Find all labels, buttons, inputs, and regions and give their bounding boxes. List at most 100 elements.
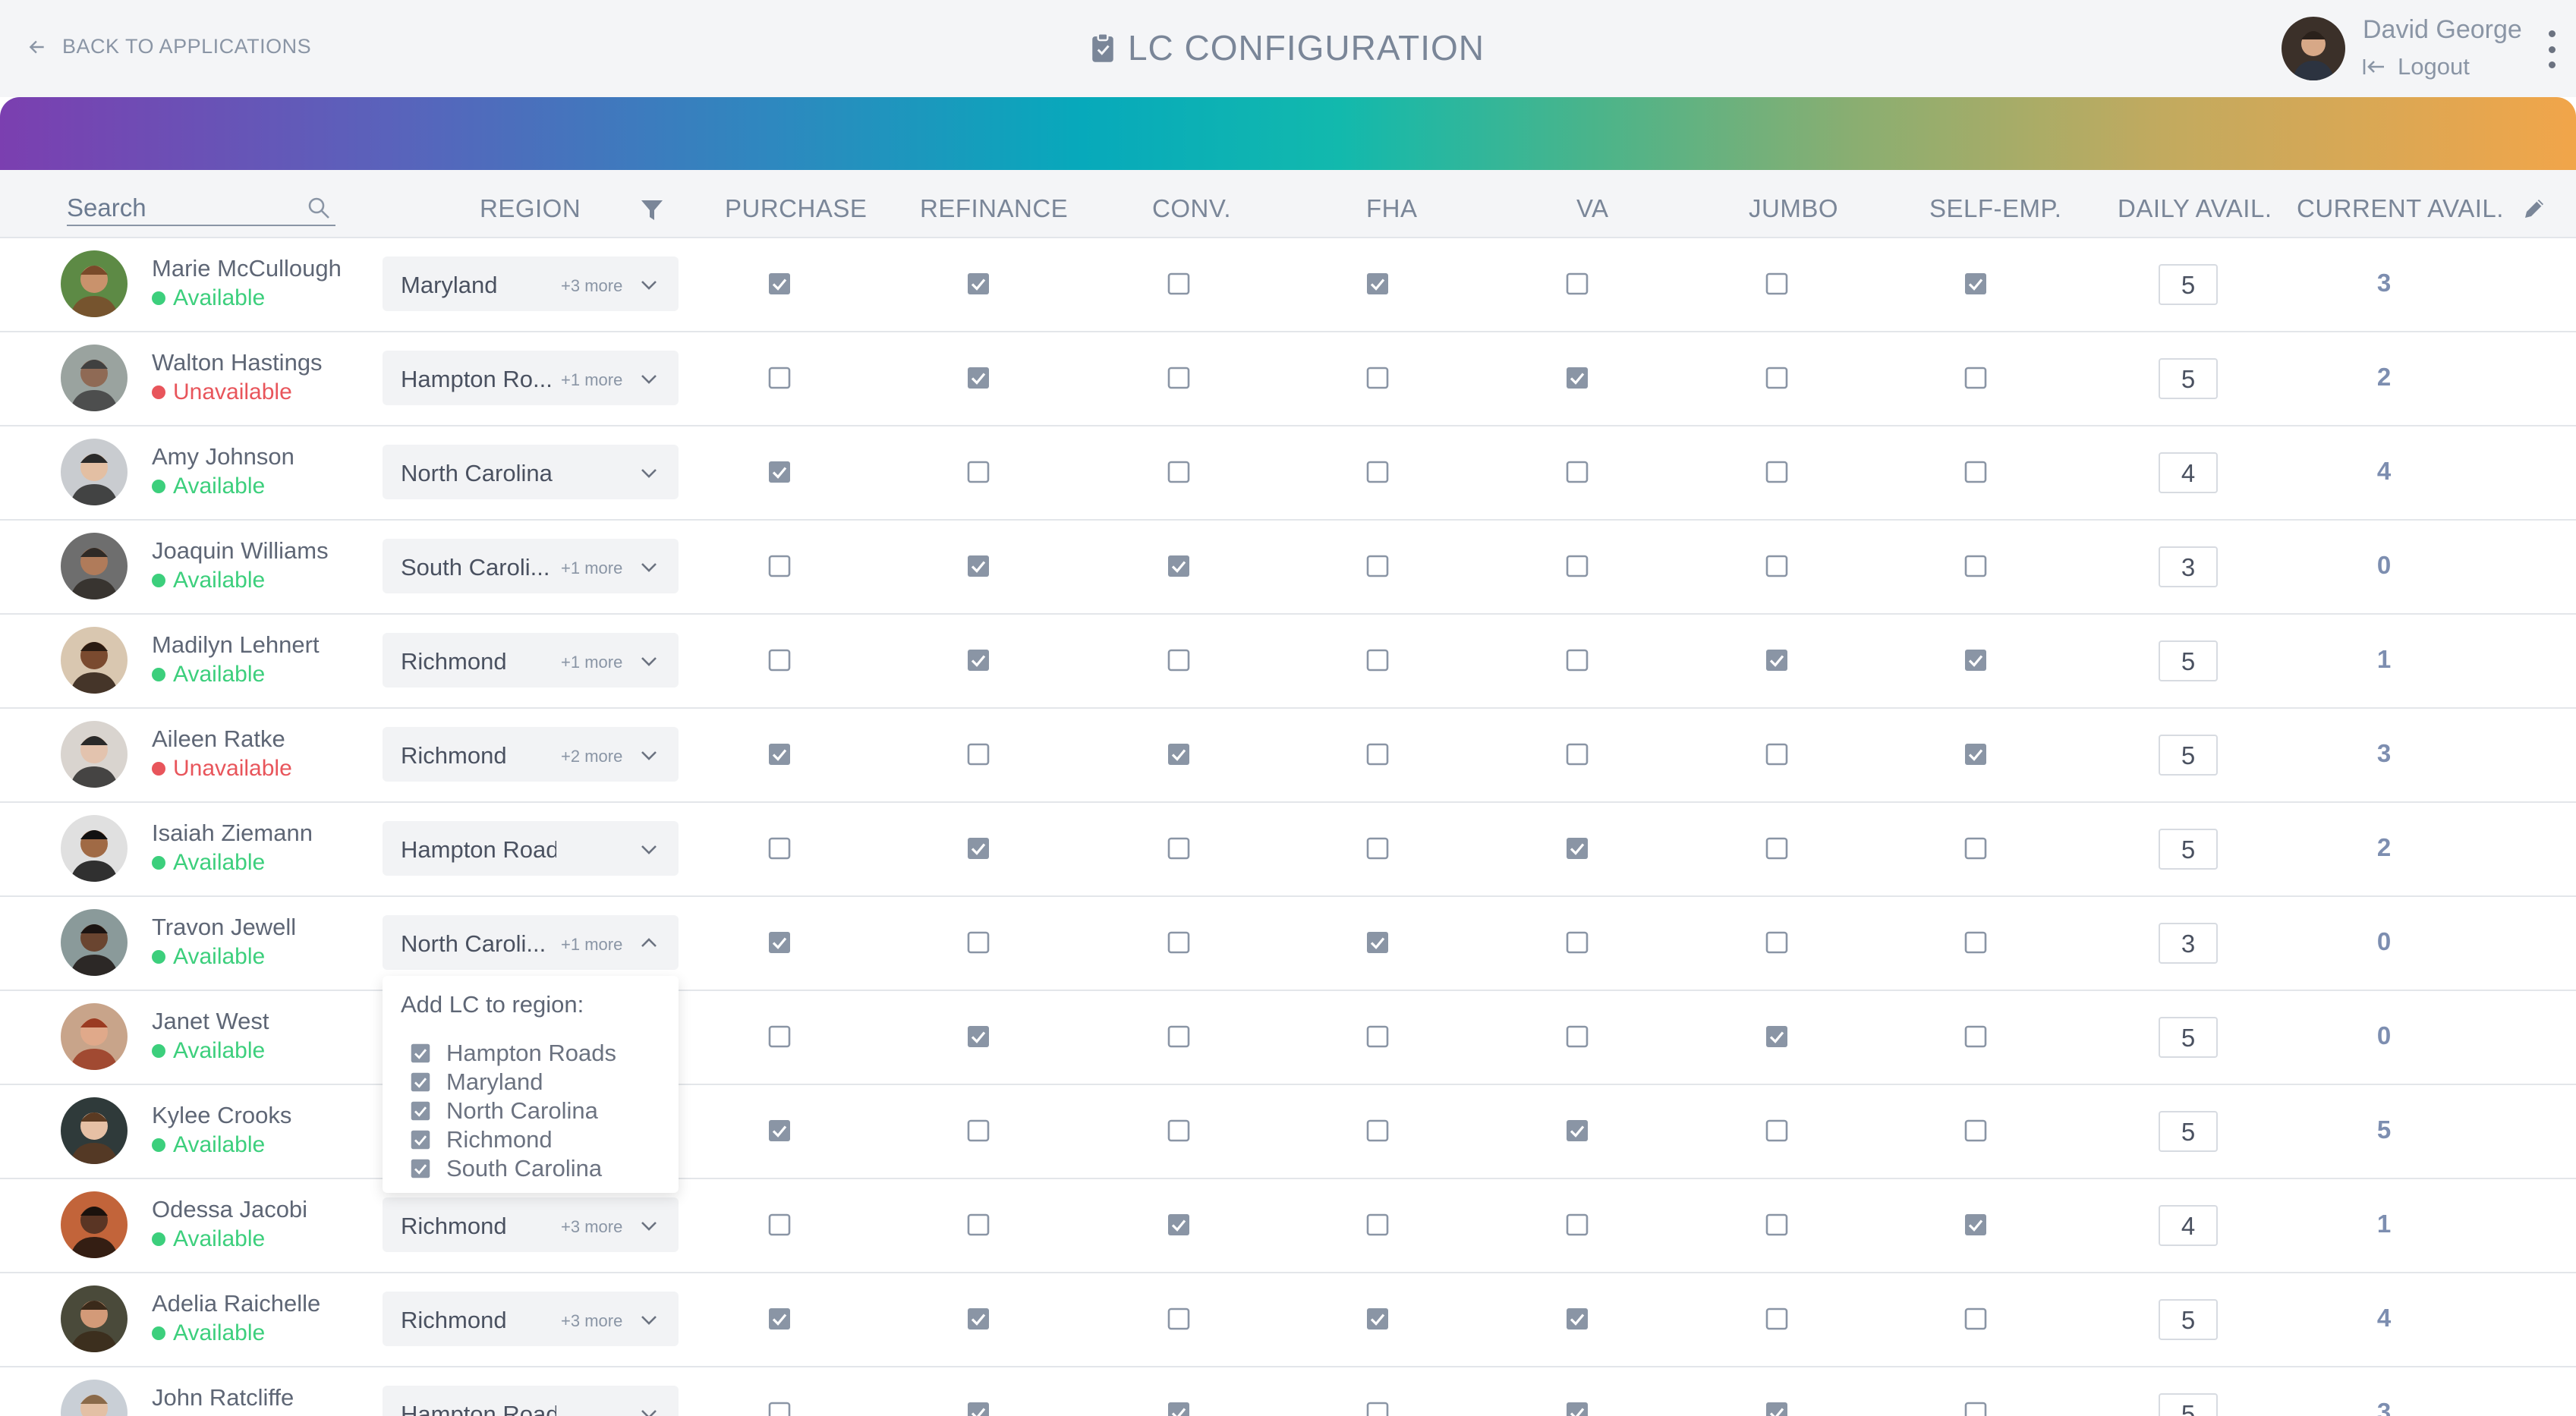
conv-checkbox[interactable]: [1167, 648, 1191, 672]
fha-checkbox[interactable]: [1365, 836, 1390, 861]
va-checkbox[interactable]: [1565, 1119, 1589, 1143]
purchase-checkbox[interactable]: [767, 1213, 792, 1237]
daily-avail-input[interactable]: 4: [2159, 1205, 2218, 1246]
pencil-icon[interactable]: [2521, 196, 2547, 222]
va-checkbox[interactable]: [1565, 366, 1589, 390]
purchase-checkbox[interactable]: [767, 460, 792, 484]
refinance-checkbox[interactable]: [966, 460, 990, 484]
daily-avail-input[interactable]: 5: [2159, 1111, 2218, 1152]
daily-avail-input[interactable]: 5: [2159, 735, 2218, 776]
daily-avail-input[interactable]: 3: [2159, 546, 2218, 587]
conv-checkbox[interactable]: [1167, 836, 1191, 861]
self-emp-checkbox[interactable]: [1963, 554, 1988, 578]
region-option[interactable]: Richmond: [410, 1126, 553, 1153]
jumbo-checkbox[interactable]: [1765, 1401, 1789, 1416]
fha-checkbox[interactable]: [1365, 742, 1390, 766]
fha-checkbox[interactable]: [1365, 930, 1390, 955]
refinance-checkbox[interactable]: [966, 1024, 990, 1049]
fha-checkbox[interactable]: [1365, 1401, 1390, 1416]
jumbo-checkbox[interactable]: [1765, 460, 1789, 484]
fha-checkbox[interactable]: [1365, 1213, 1390, 1237]
conv-checkbox[interactable]: [1167, 1119, 1191, 1143]
va-checkbox[interactable]: [1565, 460, 1589, 484]
region-select[interactable]: North Carolina: [383, 445, 679, 499]
va-checkbox[interactable]: [1565, 272, 1589, 296]
refinance-checkbox[interactable]: [966, 836, 990, 861]
purchase-checkbox[interactable]: [767, 742, 792, 766]
purchase-checkbox[interactable]: [767, 1401, 792, 1416]
region-option[interactable]: South Carolina: [410, 1155, 602, 1182]
conv-checkbox[interactable]: [1167, 1307, 1191, 1331]
self-emp-checkbox[interactable]: [1963, 1401, 1988, 1416]
self-emp-checkbox[interactable]: [1963, 930, 1988, 955]
purchase-checkbox[interactable]: [767, 1119, 792, 1143]
self-emp-checkbox[interactable]: [1963, 648, 1988, 672]
self-emp-checkbox[interactable]: [1963, 366, 1988, 390]
region-select[interactable]: Hampton Roads: [383, 1386, 679, 1416]
va-checkbox[interactable]: [1565, 1401, 1589, 1416]
region-select[interactable]: Richmond +3 more: [383, 1292, 679, 1346]
fha-checkbox[interactable]: [1365, 460, 1390, 484]
fha-checkbox[interactable]: [1365, 272, 1390, 296]
va-checkbox[interactable]: [1565, 1024, 1589, 1049]
self-emp-checkbox[interactable]: [1963, 836, 1988, 861]
region-select[interactable]: Richmond +2 more: [383, 727, 679, 782]
jumbo-checkbox[interactable]: [1765, 366, 1789, 390]
jumbo-checkbox[interactable]: [1765, 1119, 1789, 1143]
conv-checkbox[interactable]: [1167, 1401, 1191, 1416]
fha-checkbox[interactable]: [1365, 554, 1390, 578]
fha-checkbox[interactable]: [1365, 366, 1390, 390]
refinance-checkbox[interactable]: [966, 1213, 990, 1237]
conv-checkbox[interactable]: [1167, 1213, 1191, 1237]
jumbo-checkbox[interactable]: [1765, 742, 1789, 766]
va-checkbox[interactable]: [1565, 742, 1589, 766]
daily-avail-input[interactable]: 5: [2159, 829, 2218, 870]
region-option[interactable]: Hampton Roads: [410, 1040, 616, 1067]
refinance-checkbox[interactable]: [966, 930, 990, 955]
daily-avail-input[interactable]: 5: [2159, 1017, 2218, 1058]
daily-avail-input[interactable]: 3: [2159, 923, 2218, 964]
jumbo-checkbox[interactable]: [1765, 930, 1789, 955]
va-checkbox[interactable]: [1565, 1213, 1589, 1237]
region-select[interactable]: Maryland +3 more: [383, 256, 679, 311]
search-icon[interactable]: [307, 196, 331, 220]
filter-icon[interactable]: [641, 199, 663, 222]
va-checkbox[interactable]: [1565, 648, 1589, 672]
jumbo-checkbox[interactable]: [1765, 1213, 1789, 1237]
conv-checkbox[interactable]: [1167, 1024, 1191, 1049]
region-select[interactable]: Richmond +1 more: [383, 633, 679, 688]
refinance-checkbox[interactable]: [966, 1307, 990, 1331]
user-avatar[interactable]: [2282, 17, 2345, 80]
daily-avail-input[interactable]: 4: [2159, 452, 2218, 493]
va-checkbox[interactable]: [1565, 930, 1589, 955]
fha-checkbox[interactable]: [1365, 1119, 1390, 1143]
refinance-checkbox[interactable]: [966, 648, 990, 672]
jumbo-checkbox[interactable]: [1765, 836, 1789, 861]
self-emp-checkbox[interactable]: [1963, 742, 1988, 766]
self-emp-checkbox[interactable]: [1963, 1307, 1988, 1331]
self-emp-checkbox[interactable]: [1963, 460, 1988, 484]
refinance-checkbox[interactable]: [966, 1401, 990, 1416]
daily-avail-input[interactable]: 5: [2159, 640, 2218, 681]
region-select[interactable]: Richmond +3 more: [383, 1197, 679, 1252]
purchase-checkbox[interactable]: [767, 1307, 792, 1331]
refinance-checkbox[interactable]: [966, 1119, 990, 1143]
more-menu-icon[interactable]: [2544, 30, 2559, 68]
fha-checkbox[interactable]: [1365, 648, 1390, 672]
jumbo-checkbox[interactable]: [1765, 648, 1789, 672]
fha-checkbox[interactable]: [1365, 1307, 1390, 1331]
conv-checkbox[interactable]: [1167, 930, 1191, 955]
conv-checkbox[interactable]: [1167, 742, 1191, 766]
va-checkbox[interactable]: [1565, 836, 1589, 861]
self-emp-checkbox[interactable]: [1963, 272, 1988, 296]
self-emp-checkbox[interactable]: [1963, 1213, 1988, 1237]
conv-checkbox[interactable]: [1167, 460, 1191, 484]
jumbo-checkbox[interactable]: [1765, 554, 1789, 578]
refinance-checkbox[interactable]: [966, 554, 990, 578]
daily-avail-input[interactable]: 5: [2159, 1299, 2218, 1340]
self-emp-checkbox[interactable]: [1963, 1024, 1988, 1049]
fha-checkbox[interactable]: [1365, 1024, 1390, 1049]
daily-avail-input[interactable]: 5: [2159, 358, 2218, 399]
purchase-checkbox[interactable]: [767, 554, 792, 578]
region-select[interactable]: Hampton Roads: [383, 821, 679, 876]
